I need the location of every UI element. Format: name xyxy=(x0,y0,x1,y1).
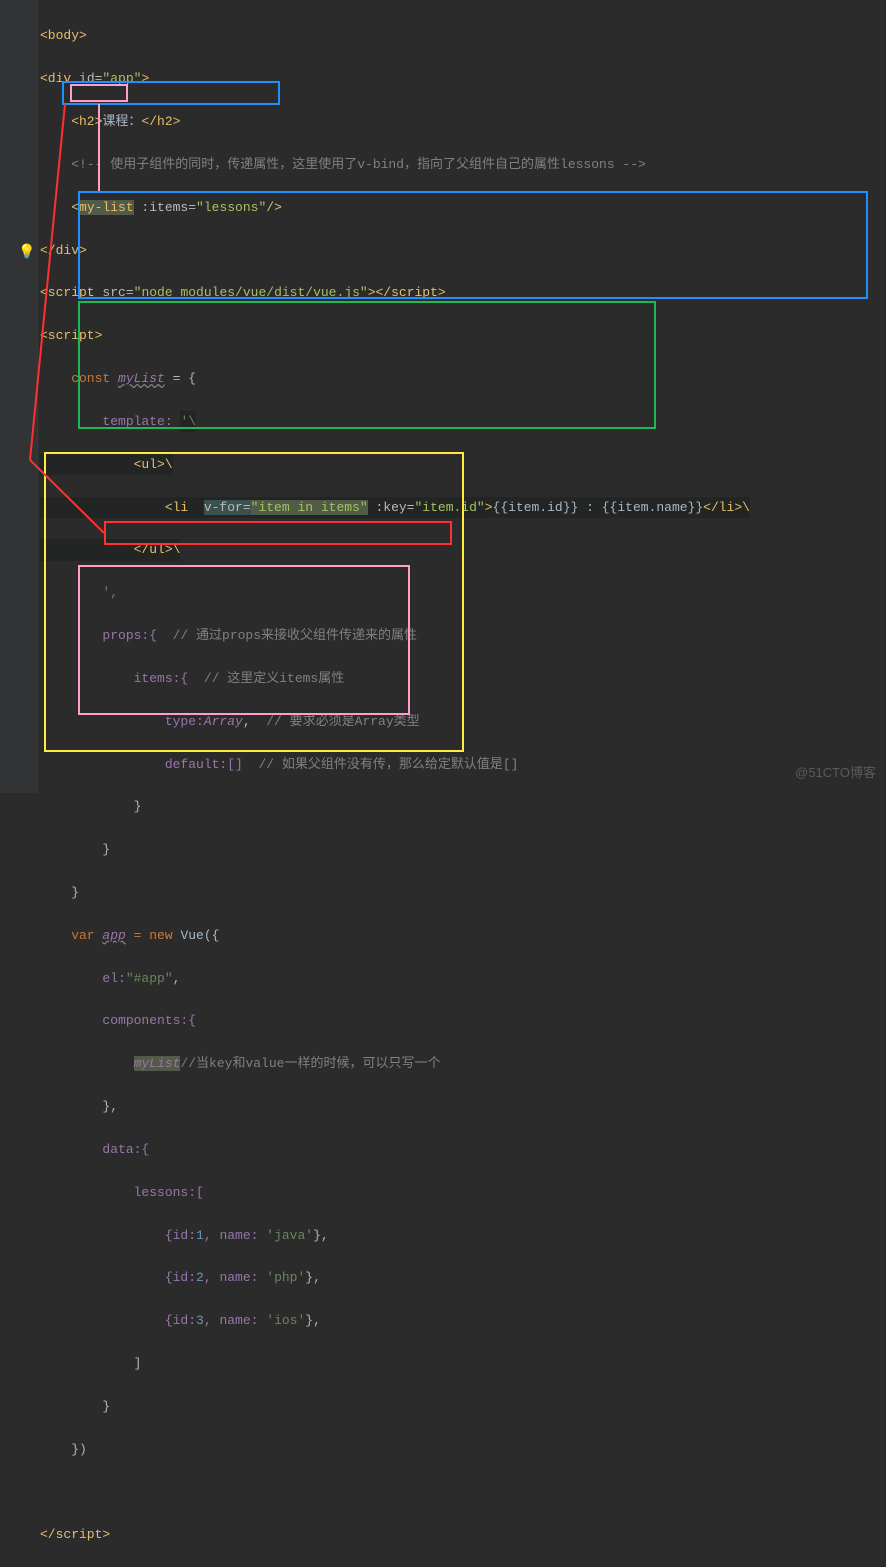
code-token: > xyxy=(141,71,149,86)
code-area[interactable]: <body> <div id="app"> <h2>课程：</h2> <!-- … xyxy=(40,4,750,1567)
line-gutter xyxy=(0,0,38,793)
code-token: items:{ xyxy=(40,671,204,686)
code-token: ({ xyxy=(204,928,220,943)
code-token: id= xyxy=(79,71,102,86)
code-token: 3 xyxy=(196,1313,204,1328)
code-token: "lessons" xyxy=(196,200,266,215)
code-token xyxy=(40,1056,134,1071)
code-comment: // 通过props来接收父组件传递来的属性 xyxy=(173,628,417,643)
code-token: <div xyxy=(40,71,79,86)
code-token: 课程： xyxy=(102,114,141,129)
code-token: = new xyxy=(126,928,181,943)
code-comment: // 要求必须是Array类型 xyxy=(266,714,419,729)
code-token: }, xyxy=(305,1270,321,1285)
code-token: "app" xyxy=(102,71,141,86)
code-token: lessons:[ xyxy=(40,1185,204,1200)
code-token: var xyxy=(40,928,102,943)
code-token: "item in items" xyxy=(251,500,368,515)
code-token: el: xyxy=(40,971,126,986)
code-comment: // 如果父组件没有传，那么给定默认值是[] xyxy=(258,757,518,772)
code-token: '\ xyxy=(180,411,196,432)
code-token: , name: xyxy=(204,1313,266,1328)
code-token: {id: xyxy=(40,1228,196,1243)
code-token: {id: xyxy=(40,1313,196,1328)
code-token: myList xyxy=(134,1056,181,1071)
code-token: }, xyxy=(305,1313,321,1328)
code-token: </h2> xyxy=(141,114,180,129)
watermark: @51CTO博客 xyxy=(795,762,876,783)
code-token: , xyxy=(173,971,181,986)
code-token: my-list xyxy=(79,200,134,215)
code-token: 'java' xyxy=(266,1228,313,1243)
code-token: 'php' xyxy=(266,1270,305,1285)
code-token: = { xyxy=(165,371,196,386)
code-token: } xyxy=(40,799,141,814)
code-token: , name: xyxy=(204,1270,266,1285)
code-token: }) xyxy=(40,1442,87,1457)
code-token: > xyxy=(485,500,493,515)
code-token: src= xyxy=(102,285,133,300)
code-token: <script> xyxy=(40,328,102,343)
code-token: 1 xyxy=(196,1228,204,1243)
code-token: "node_modules/vue/dist/vue.js" xyxy=(134,285,368,300)
code-token: template: xyxy=(40,414,180,429)
code-token: ></script> xyxy=(368,285,446,300)
code-token: {{item.id}} : {{item.name}} xyxy=(493,500,704,515)
code-token: Vue xyxy=(180,928,203,943)
code-token: /> xyxy=(266,200,282,215)
code-token: const xyxy=(40,371,118,386)
code-token: , name: xyxy=(204,1228,266,1243)
code-token: props:{ xyxy=(40,628,173,643)
code-token: } xyxy=(40,1399,110,1414)
code-token: 2 xyxy=(196,1270,204,1285)
code-token: components:{ xyxy=(40,1013,196,1028)
code-token: "#app" xyxy=(126,971,173,986)
code-token: < xyxy=(40,200,79,215)
code-token: "item.id" xyxy=(414,500,484,515)
intention-bulb-icon[interactable]: 💡 xyxy=(18,242,35,265)
code-token: ] xyxy=(40,1356,141,1371)
code-token: <h2> xyxy=(40,114,102,129)
code-token: <li xyxy=(40,500,204,515)
code-token: {id: xyxy=(40,1270,196,1285)
code-token: <script xyxy=(40,285,102,300)
code-token: } xyxy=(40,842,110,857)
code-token: }, xyxy=(313,1228,329,1243)
code-token: </script> xyxy=(40,1527,110,1542)
code-token: <ul>\ xyxy=(40,457,173,472)
code-token: 'ios' xyxy=(266,1313,305,1328)
code-comment: <!-- 使用子组件的同时，传递属性，这里使用了v-bind，指向了父组件自己的… xyxy=(40,157,646,172)
code-token: :key= xyxy=(368,500,415,515)
code-token: data:{ xyxy=(40,1142,149,1157)
code-token: <body> xyxy=(40,28,87,43)
code-token: default:[] xyxy=(40,757,258,772)
code-token: } xyxy=(40,885,79,900)
code-token: Array xyxy=(204,714,243,729)
code-token: v-for= xyxy=(204,500,251,515)
code-comment: // 这里定义items属性 xyxy=(204,671,344,686)
code-token: , xyxy=(243,714,266,729)
code-token: </li>\ xyxy=(703,500,750,515)
code-token: </ul>\ xyxy=(40,542,180,557)
code-token: }, xyxy=(40,1099,118,1114)
code-token: :items= xyxy=(134,200,196,215)
code-token: myList xyxy=(118,371,165,386)
code-token: app xyxy=(102,928,125,943)
code-token: ', xyxy=(40,585,118,600)
code-comment: //当key和value一样的时候，可以只写一个 xyxy=(180,1056,440,1071)
code-token: </div> xyxy=(40,243,87,258)
code-token: type: xyxy=(40,714,204,729)
